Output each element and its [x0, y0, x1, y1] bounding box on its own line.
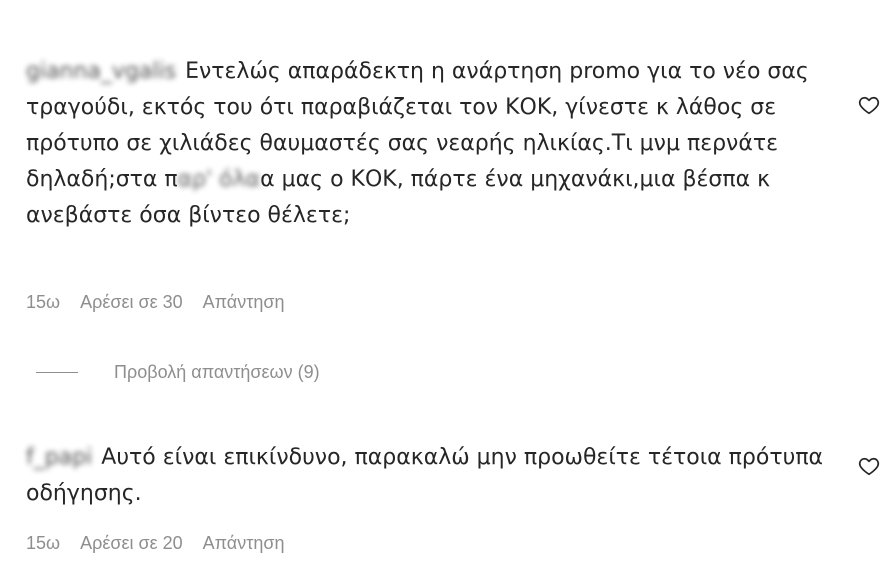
comment-time: 15ω: [26, 533, 61, 553]
view-replies-label: Προβολή απαντήσεων (9): [114, 362, 320, 382]
like-count-button[interactable]: Αρέσει σε 20: [80, 533, 183, 554]
comment-body: f_papi Αυτό είναι επικίνδυνο, παρακαλώ μ…: [26, 440, 826, 512]
like-count-button[interactable]: Αρέσει σε 30: [80, 292, 183, 313]
comment-username[interactable]: gianna_vgalis: [26, 59, 176, 84]
comment-text-redacted: αρ' όλα: [177, 167, 261, 192]
comment-meta: 15ω Αρέσει σε 30 Απάντηση: [26, 292, 284, 313]
comment-2: f_papi Αυτό είναι επικίνδυνο, παρακαλώ μ…: [26, 440, 826, 512]
heart-icon[interactable]: [858, 94, 880, 116]
comment-1: gianna_vgalis Εντελώς απαράδεκτη η ανάρτ…: [26, 54, 826, 234]
comment-username[interactable]: f_papi: [26, 445, 92, 470]
reply-button[interactable]: Απάντηση: [203, 292, 285, 313]
view-replies-button[interactable]: Προβολή απαντήσεων (9): [36, 362, 320, 383]
comment-time: 15ω: [26, 292, 61, 312]
comment-meta: 15ω Αρέσει σε 20 Απάντηση: [26, 533, 284, 554]
view-replies-divider: [36, 372, 78, 373]
comment-text: Αυτό είναι επικίνδυνο, παρακαλώ μην προω…: [26, 445, 824, 506]
heart-icon[interactable]: [858, 455, 880, 477]
reply-button[interactable]: Απάντηση: [203, 533, 285, 554]
comment-body: gianna_vgalis Εντελώς απαράδεκτη η ανάρτ…: [26, 54, 826, 234]
